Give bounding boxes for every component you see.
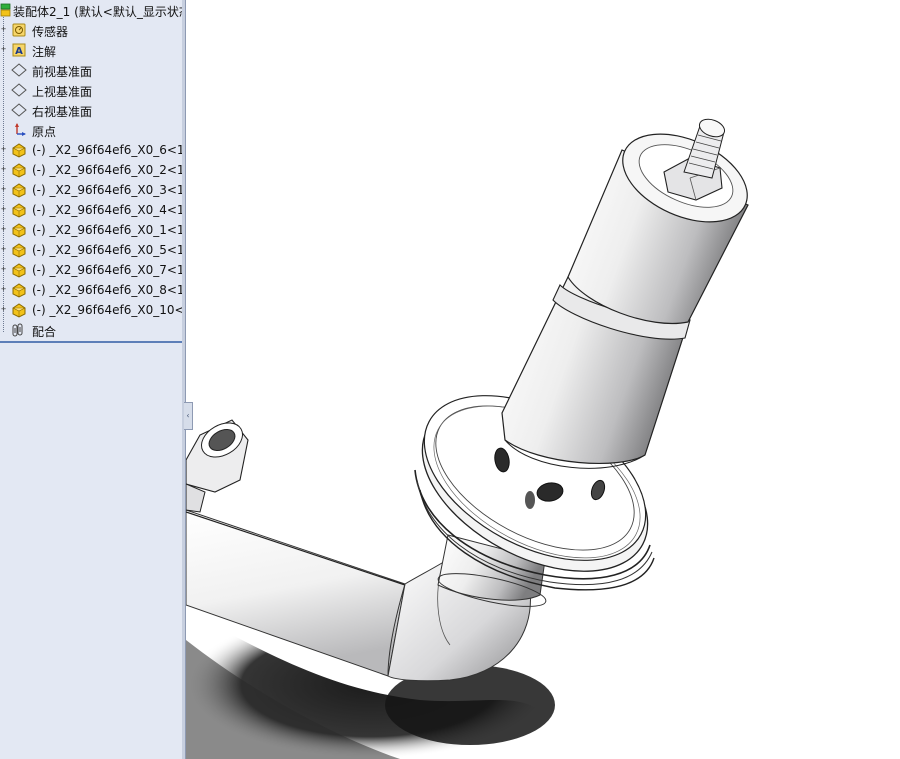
part-icon bbox=[11, 302, 27, 318]
graphics-viewport[interactable] bbox=[186, 0, 900, 759]
tree-item-label: (-) _X2_96f64ef6_X0_8<1> bbox=[32, 283, 183, 297]
tree-item-label: (-) _X2_96f64ef6_X0_1<1> bbox=[32, 223, 183, 237]
part-icon bbox=[11, 182, 27, 198]
expand-toggle[interactable]: + bbox=[0, 206, 7, 213]
mates-icon bbox=[11, 322, 27, 338]
expand-toggle[interactable]: + bbox=[0, 226, 7, 233]
sensor-icon bbox=[11, 22, 27, 38]
svg-text:A: A bbox=[15, 46, 23, 57]
part-icon bbox=[11, 282, 27, 298]
origin-icon bbox=[11, 122, 27, 138]
tree-item-annotations[interactable]: + A 注解 bbox=[0, 40, 182, 60]
expand-toggle[interactable]: + bbox=[0, 166, 7, 173]
tree-item-part[interactable]: + (-) _X2_96f64ef6_X0_8<1> bbox=[0, 280, 182, 300]
tree-item-right-plane[interactable]: 右视基准面 bbox=[0, 100, 182, 120]
plane-icon bbox=[11, 62, 27, 78]
part-icon bbox=[11, 162, 27, 178]
expand-toggle[interactable]: + bbox=[0, 146, 7, 153]
tree-item-label: 配合 bbox=[32, 325, 57, 339]
tree-item-label: (-) _X2_96f64ef6_X0_3<1> bbox=[32, 183, 183, 197]
upper-cylinder[interactable] bbox=[567, 116, 761, 324]
tree-item-front-plane[interactable]: 前视基准面 bbox=[0, 60, 182, 80]
tree-item-top-plane[interactable]: 上视基准面 bbox=[0, 80, 182, 100]
tree-item-part[interactable]: + (-) _X2_96f64ef6_X0_7<1> bbox=[0, 260, 182, 280]
tree-item-label: 右视基准面 bbox=[32, 105, 93, 119]
tree-item-origin[interactable]: 原点 bbox=[0, 120, 182, 140]
part-icon bbox=[11, 202, 27, 218]
tree-item-label: 前视基准面 bbox=[32, 65, 93, 79]
tree-root-assembly[interactable]: 装配体2_1 (默认<默认_显示状态 bbox=[0, 0, 182, 20]
tree-item-part[interactable]: + (-) _X2_96f64ef6_X0_2<1> bbox=[0, 160, 182, 180]
tree-item-part[interactable]: + (-) _X2_96f64ef6_X0_4<1> bbox=[0, 200, 182, 220]
pipe-fitting-nut[interactable] bbox=[186, 416, 249, 513]
expand-toggle[interactable]: + bbox=[0, 26, 7, 33]
expand-toggle[interactable]: + bbox=[0, 306, 7, 313]
annotation-icon: A bbox=[11, 42, 27, 58]
expand-toggle[interactable]: + bbox=[0, 266, 7, 273]
tree-item-label: (-) _X2_96f64ef6_X0_4<1> bbox=[32, 203, 183, 217]
tree-item-part[interactable]: + (-) _X2_96f64ef6_X0_5<1> bbox=[0, 240, 182, 260]
expand-toggle[interactable]: + bbox=[0, 186, 7, 193]
tree-item-label: 原点 bbox=[32, 125, 57, 139]
expand-toggle[interactable]: + bbox=[0, 286, 7, 293]
tree-item-label: (-) _X2_96f64ef6_X0_10<1> bbox=[32, 303, 182, 317]
part-icon bbox=[11, 142, 27, 158]
tree-item-label: 注解 bbox=[32, 45, 57, 59]
expand-toggle[interactable]: + bbox=[0, 246, 7, 253]
tree-item-label: (-) _X2_96f64ef6_X0_7<1> bbox=[32, 263, 183, 277]
tree-item-label: (-) _X2_96f64ef6_X0_6<1> bbox=[32, 143, 183, 157]
assembly-icon bbox=[0, 2, 11, 18]
tree-item-label: 上视基准面 bbox=[32, 85, 93, 99]
plane-icon bbox=[11, 102, 27, 118]
tree-item-label: (-) _X2_96f64ef6_X0_2<1> bbox=[32, 163, 183, 177]
part-icon bbox=[11, 222, 27, 238]
plane-icon bbox=[11, 82, 27, 98]
tree-separator bbox=[0, 341, 182, 343]
expand-toggle[interactable]: + bbox=[0, 46, 7, 53]
tree-item-part[interactable]: + (-) _X2_96f64ef6_X0_6<1> bbox=[0, 140, 182, 160]
tree-item-part[interactable]: + (-) _X2_96f64ef6_X0_3<1> bbox=[0, 180, 182, 200]
part-icon bbox=[11, 262, 27, 278]
tree-item-part[interactable]: + (-) _X2_96f64ef6_X0_10<1> bbox=[0, 300, 182, 320]
tree-item-label: 传感器 bbox=[32, 25, 69, 39]
tree-item-label: (-) _X2_96f64ef6_X0_5<1> bbox=[32, 243, 183, 257]
part-icon bbox=[11, 242, 27, 258]
tree-item-mates[interactable]: 配合 bbox=[0, 320, 182, 340]
tree-item-sensors[interactable]: + 传感器 bbox=[0, 20, 182, 40]
tree-root-label: 装配体2_1 (默认<默认_显示状态 bbox=[13, 5, 183, 19]
tree-item-part[interactable]: + (-) _X2_96f64ef6_X0_1<1> bbox=[0, 220, 182, 240]
feature-manager-tree: 装配体2_1 (默认<默认_显示状态 + 传感器 + A 注解 前视基准面 上视… bbox=[0, 0, 183, 759]
